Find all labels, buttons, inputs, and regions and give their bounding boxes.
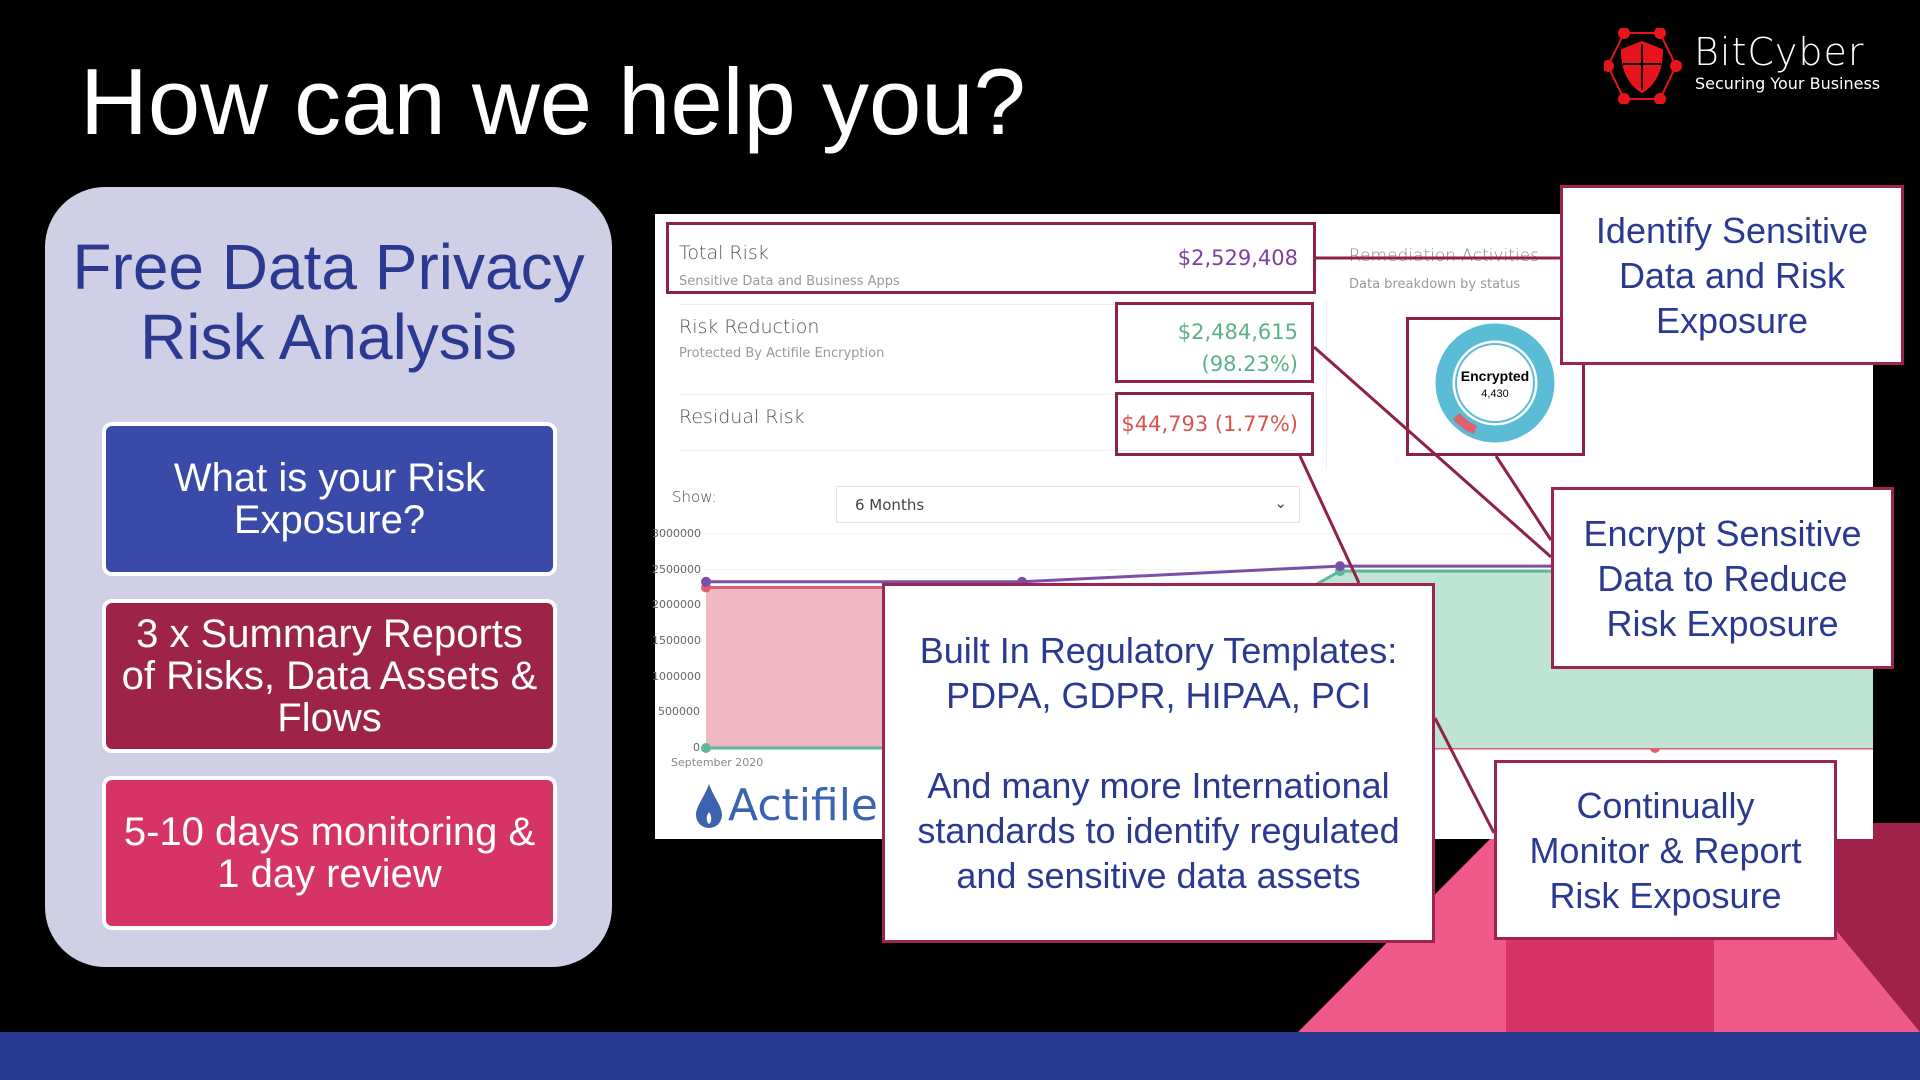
callout-encrypt: Encrypt Sensitive Data to Reduce Risk Ex… (1551, 487, 1894, 669)
callout-monitor: Continually Monitor & Report Risk Exposu… (1494, 760, 1837, 940)
callout-identify: Identify Sensitive Data and Risk Exposur… (1560, 185, 1904, 365)
callout-templates: Built In Regulatory Templates: PDPA, GDP… (882, 583, 1435, 943)
